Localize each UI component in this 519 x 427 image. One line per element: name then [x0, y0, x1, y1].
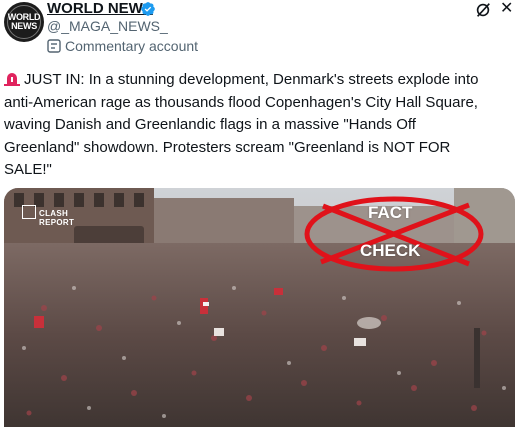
watermark-logo-icon [22, 205, 36, 219]
stamp-word-fact: FACT [368, 203, 413, 222]
commentary-icon [47, 39, 61, 53]
commentary-account-label: Commentary account [47, 37, 198, 55]
display-name[interactable]: WORLD NEWS [47, 0, 153, 18]
commentary-text: Commentary account [65, 38, 199, 54]
watermark-line2: REPORT [39, 218, 75, 227]
stamp-word-check: CHECK [360, 241, 421, 260]
clash-report-watermark: CLASH REPORT [22, 205, 74, 227]
verified-badge-icon [141, 2, 155, 16]
tweet-text: JUST IN: In a stunning development, Denm… [4, 69, 516, 182]
watermark-line1: CLASH [39, 209, 69, 218]
tweet-media-image[interactable]: CLASH REPORT FACT CHECK [4, 188, 515, 427]
avatar-text-news: NEWS [11, 21, 37, 31]
user-handle[interactable]: @_MAGA_NEWS_ [47, 18, 168, 35]
siren-icon [4, 73, 20, 86]
avatar[interactable]: WORLD NEWS [4, 2, 44, 42]
grok-icon[interactable] [474, 1, 492, 19]
close-icon[interactable]: ✕ [500, 0, 513, 18]
tweet-body: JUST IN: In a stunning development, Denm… [4, 71, 479, 178]
